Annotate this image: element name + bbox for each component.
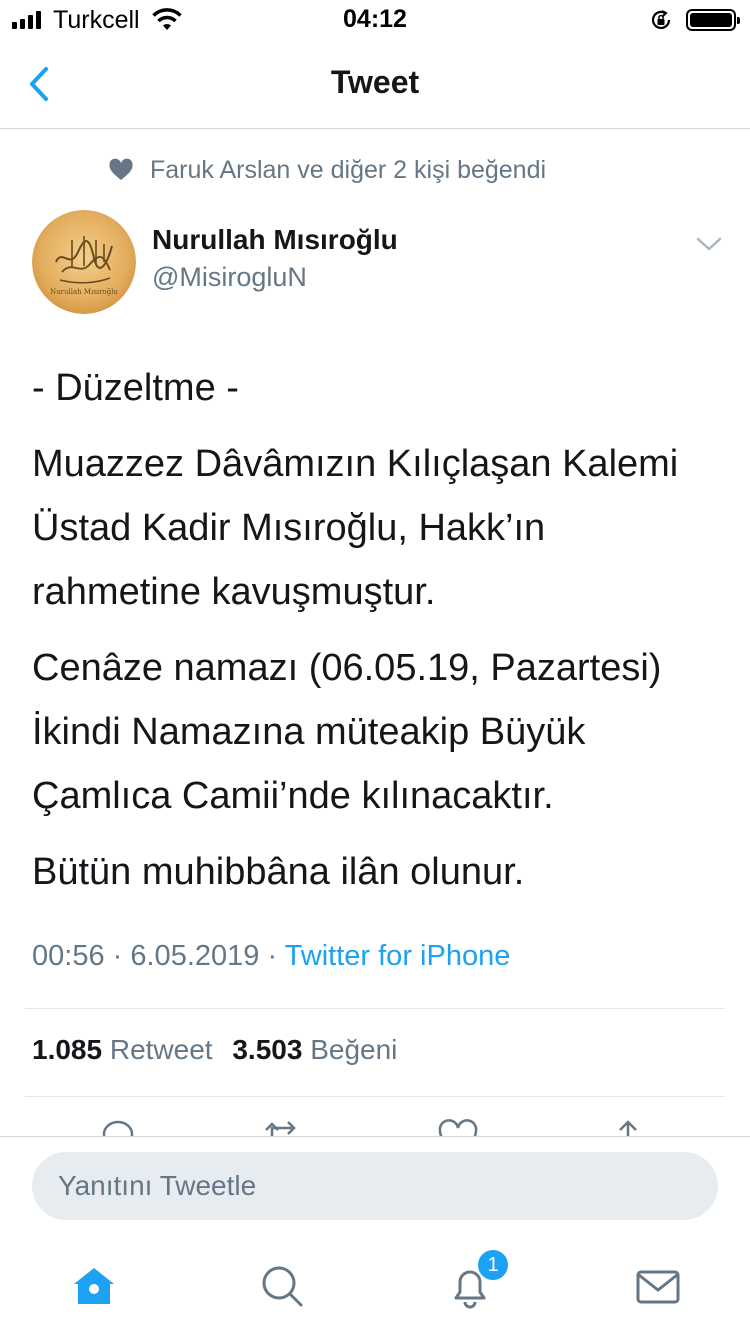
tweet-text: - Düzeltme - Muazzez Dâvâmızın Kılıçlaşa… — [32, 356, 722, 916]
like-count: 3.503 — [232, 1034, 303, 1065]
tweet-time: 00:56 — [32, 940, 105, 972]
tweet-source-link[interactable]: Twitter for iPhone — [285, 940, 511, 972]
like-label: Beğeni — [310, 1034, 398, 1065]
divider — [25, 1096, 725, 1097]
social-context-text: Faruk Arslan ve diğer 2 kişi beğendi — [150, 155, 547, 184]
heart-icon — [109, 158, 133, 180]
meta-separator: · — [267, 940, 278, 972]
mail-icon[interactable] — [634, 1262, 682, 1310]
social-context[interactable]: Faruk Arslan ve diğer 2 kişi beğendi — [108, 152, 546, 188]
tweet-paragraph: Bütün muhibbâna ilân olunur. — [32, 851, 525, 893]
tweet-meta: 00:56 · 6.05.2019 · Twitter for iPhone — [32, 940, 510, 973]
reply-icon[interactable] — [96, 1118, 140, 1136]
tweet-paragraph: - Düzeltme - — [32, 367, 239, 409]
search-icon[interactable] — [258, 1262, 306, 1310]
status-time: 04:12 — [343, 5, 407, 33]
retweet-stat[interactable]: 1.085 Retweet — [32, 1034, 213, 1065]
avatar-calligraphy-image: Nurullah Mısıroğlu — [32, 210, 136, 314]
chevron-down-icon[interactable] — [694, 234, 724, 254]
avatar[interactable]: Nurullah Mısıroğlu — [32, 210, 136, 314]
share-icon[interactable] — [606, 1118, 650, 1136]
notification-badge: 1 — [476, 1248, 510, 1282]
tweet-actions — [0, 1118, 750, 1136]
svg-text:Nurullah Mısıroğlu: Nurullah Mısıroğlu — [50, 288, 118, 296]
retweet-label: Retweet — [109, 1034, 213, 1065]
author-handle[interactable]: @MisirogluN — [152, 262, 307, 293]
tab-bar — [0, 1236, 750, 1334]
battery-icon — [686, 9, 740, 31]
home-icon[interactable] — [70, 1262, 118, 1310]
divider — [25, 1008, 725, 1009]
navigation-bar: Tweet — [0, 40, 750, 129]
status-bar: Turkcell 04:12 — [0, 0, 750, 40]
retweet-icon[interactable] — [262, 1118, 306, 1136]
page-title: Tweet — [330, 64, 420, 100]
meta-separator: · — [112, 940, 123, 972]
heart-outline-icon[interactable] — [436, 1118, 480, 1136]
rotation-lock-icon — [651, 10, 671, 29]
reply-input[interactable] — [32, 1152, 718, 1220]
tweet-stats: 1.085 Retweet 3.503 Beğeni — [32, 1034, 409, 1066]
tweet-paragraph: Cenâze namazı (06.05.19, Pazartesi) İkin… — [32, 647, 662, 817]
reply-composer — [0, 1136, 750, 1236]
tweet-date: 6.05.2019 — [130, 940, 260, 972]
tweet-paragraph: Muazzez Dâvâmızın Kılıçlaşan Kalemi Üsta… — [32, 443, 679, 613]
author-name[interactable]: Nurullah Mısıroğlu — [152, 224, 398, 256]
like-stat[interactable]: 3.503 Beğeni — [232, 1034, 397, 1065]
retweet-count: 1.085 — [32, 1034, 103, 1065]
